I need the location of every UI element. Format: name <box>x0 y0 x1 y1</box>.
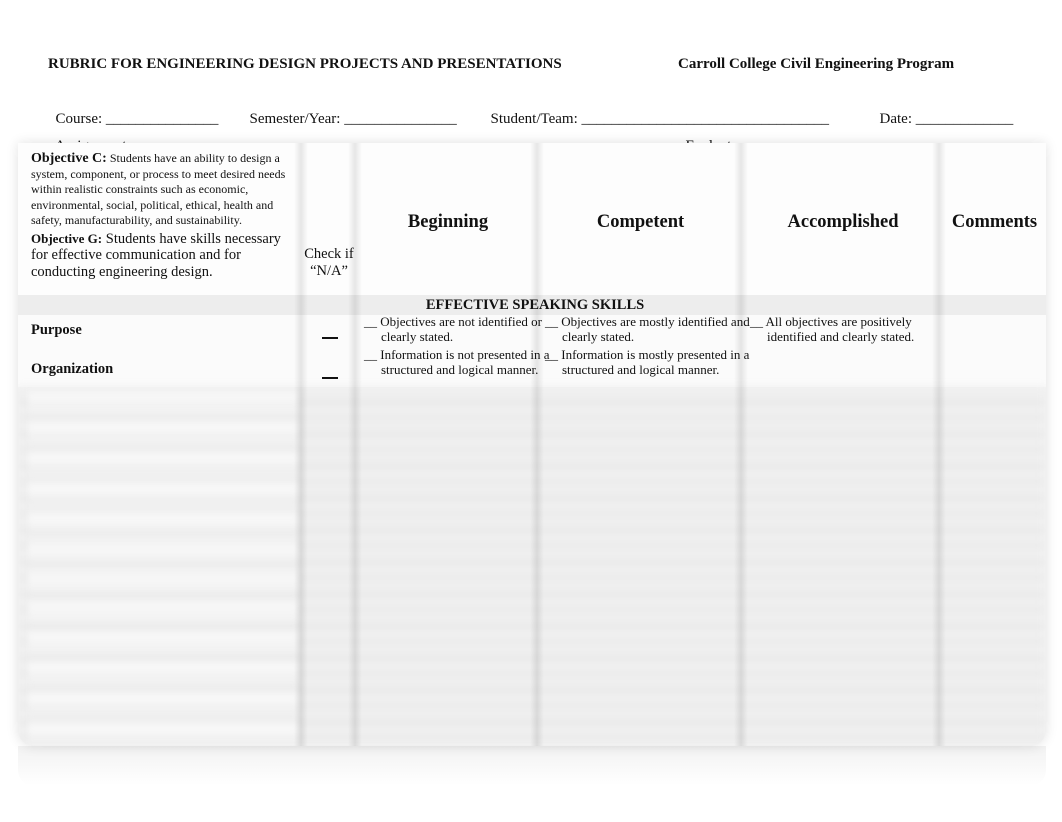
organization-name: Carroll College Civil Engineering Progra… <box>678 56 955 72</box>
objective-c-label: Objective C: <box>31 151 107 166</box>
column-divider <box>348 143 362 746</box>
column-header-accomplished: Accomplished <box>787 212 899 232</box>
column-divider <box>530 143 544 746</box>
objective-c: Objective C: Students have an ability to… <box>31 151 299 229</box>
objective-g-label: Objective G: <box>31 230 103 246</box>
document-title: RUBRIC FOR ENGINEERING DESIGN PROJECTS A… <box>48 56 562 72</box>
beginning-cell[interactable]: __ Information is not presented in a str… <box>364 347 551 377</box>
rubric-table: Objective C: Students have an ability to… <box>18 143 1046 746</box>
column-divider <box>734 143 748 746</box>
objectives-cell: Objective C: Students have an ability to… <box>31 151 299 280</box>
column-divider <box>294 143 308 746</box>
na-checkbox-purpose[interactable] <box>322 337 338 339</box>
accomplished-cell[interactable]: __ All objectives are positively identif… <box>750 314 957 344</box>
column-header-comments: Comments <box>951 212 1038 232</box>
card-reflection <box>18 746 1046 786</box>
criterion-organization: Organization <box>31 361 114 377</box>
na-checkbox-organization[interactable] <box>322 377 338 379</box>
column-divider <box>932 143 946 746</box>
competent-cell[interactable]: __ Information is mostly presented in a … <box>545 347 752 377</box>
criterion-purpose: Purpose <box>31 322 82 338</box>
blurred-criteria-column <box>28 387 298 746</box>
objective-g: Objective G: Students have skills necess… <box>31 231 299 281</box>
column-header-beginning: Beginning <box>407 212 489 232</box>
competent-cell[interactable]: __ Objectives are mostly identified and … <box>545 314 752 344</box>
column-header-competent: Competent <box>596 212 685 232</box>
beginning-cell[interactable]: __ Objectives are not identified or clea… <box>364 314 551 344</box>
